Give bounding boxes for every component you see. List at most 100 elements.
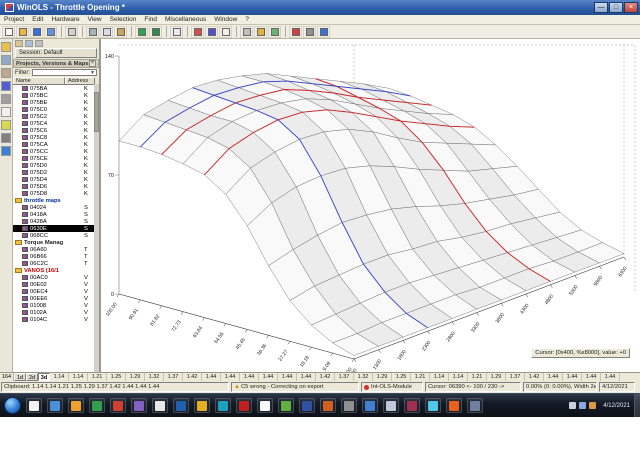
axis-cell[interactable]: 1.44 bbox=[297, 373, 316, 381]
checksum-button[interactable] bbox=[254, 25, 267, 38]
axis-cell[interactable]: 1.32 bbox=[145, 373, 164, 381]
axis-cell[interactable]: 1.25 bbox=[107, 373, 126, 381]
map-row[interactable]: 075C6 K bbox=[13, 127, 94, 134]
taskbar-app-6-icon[interactable] bbox=[131, 398, 147, 413]
find-button[interactable] bbox=[170, 25, 183, 38]
map-row[interactable]: 0102A V bbox=[13, 309, 94, 316]
axis-cell[interactable]: 1.21 bbox=[468, 373, 487, 381]
menu-view[interactable]: View bbox=[84, 16, 106, 23]
text-view-icon[interactable] bbox=[1, 107, 11, 117]
new-button[interactable] bbox=[2, 25, 15, 38]
axis-cell[interactable]: 1.14 bbox=[430, 373, 449, 381]
map-row[interactable]: 075D8 K bbox=[13, 190, 94, 197]
surface-plot[interactable]: 0701408001300180023002800330038004300480… bbox=[101, 39, 640, 378]
menu-window[interactable]: Window bbox=[210, 16, 241, 23]
properties-button[interactable] bbox=[240, 25, 253, 38]
menu-selection[interactable]: Selection bbox=[106, 16, 141, 23]
settings-icon[interactable] bbox=[1, 133, 11, 143]
maps-icon[interactable] bbox=[1, 81, 11, 91]
info-icon[interactable] bbox=[1, 146, 11, 156]
taskbar-app-18-icon[interactable] bbox=[383, 398, 399, 413]
map-row[interactable]: 075D2 K bbox=[13, 169, 94, 176]
help-button[interactable] bbox=[317, 25, 330, 38]
axis-cell[interactable]: 1.42 bbox=[525, 373, 544, 381]
view-text-button[interactable] bbox=[219, 25, 232, 38]
map-row[interactable]: 00EC4 V bbox=[13, 288, 94, 295]
map-row[interactable]: 00EE6 V bbox=[13, 295, 94, 302]
axis-cell[interactable]: 1.21 bbox=[88, 373, 107, 381]
taskbar-app-21-icon[interactable] bbox=[446, 398, 462, 413]
start-button[interactable] bbox=[4, 397, 21, 414]
map-row[interactable]: 075CC K bbox=[13, 148, 94, 155]
undo-button[interactable] bbox=[135, 25, 148, 38]
axis-cell[interactable]: 1.29 bbox=[126, 373, 145, 381]
search-icon[interactable] bbox=[1, 55, 11, 65]
taskbar-app-4-icon[interactable] bbox=[89, 398, 105, 413]
filter-dropdown[interactable]: ▼ bbox=[32, 69, 97, 76]
map-row[interactable]: 075BE K bbox=[13, 99, 94, 106]
tray-clock[interactable]: 4/12/2021 bbox=[603, 403, 630, 409]
taskbar-app-16-icon[interactable] bbox=[341, 398, 357, 413]
view-3d-button[interactable] bbox=[205, 25, 218, 38]
map-row[interactable]: 06A60 T bbox=[13, 246, 94, 253]
maximize-button[interactable]: □ bbox=[609, 2, 623, 13]
map-3d-view[interactable]: 0701408001300180023002800330038004300480… bbox=[100, 39, 640, 378]
open-button[interactable] bbox=[16, 25, 29, 38]
map-row[interactable]: 00AC0 V bbox=[13, 274, 94, 281]
map-row[interactable]: 075CE K bbox=[13, 155, 94, 162]
axis-cell[interactable]: 1.42 bbox=[183, 373, 202, 381]
menu-help[interactable]: ? bbox=[241, 16, 253, 23]
map-row[interactable]: 075D0 K bbox=[13, 162, 94, 169]
tab-3d[interactable]: 3d bbox=[38, 373, 50, 381]
connect-button[interactable] bbox=[289, 25, 302, 38]
map-row[interactable]: 0428A S bbox=[13, 218, 94, 225]
minimize-button[interactable]: — bbox=[594, 2, 608, 13]
map-row[interactable]: 075D4 K bbox=[13, 176, 94, 183]
map-row[interactable]: 075BC K bbox=[13, 92, 94, 99]
map-row[interactable]: 068CC S bbox=[13, 232, 94, 239]
settings-button[interactable] bbox=[303, 25, 316, 38]
import-icon[interactable] bbox=[1, 68, 11, 78]
folder-row[interactable]: throttle maps bbox=[13, 197, 94, 204]
axis-cell[interactable]: 1.29 bbox=[373, 373, 392, 381]
taskbar-app-17-icon[interactable] bbox=[362, 398, 378, 413]
taskbar-app-2-icon[interactable] bbox=[47, 398, 63, 413]
cut-button[interactable] bbox=[86, 25, 99, 38]
axis-cell[interactable]: 1.44 bbox=[240, 373, 259, 381]
axis-cell[interactable]: 1.29 bbox=[487, 373, 506, 381]
axis-cell[interactable]: 1.25 bbox=[392, 373, 411, 381]
map-row[interactable]: 01008 V bbox=[13, 302, 94, 309]
redo-button[interactable] bbox=[149, 25, 162, 38]
map-row[interactable]: 075C4 K bbox=[13, 120, 94, 127]
show-desktop-button[interactable] bbox=[634, 394, 640, 417]
bookmark-icon[interactable] bbox=[1, 120, 11, 130]
axis-cell[interactable]: 1.37 bbox=[506, 373, 525, 381]
axis-cell[interactable]: 1.37 bbox=[335, 373, 354, 381]
axis-cell[interactable]: 1.21 bbox=[411, 373, 430, 381]
save-button[interactable] bbox=[30, 25, 43, 38]
tab-2d[interactable]: 2d bbox=[26, 373, 38, 381]
menu-edit[interactable]: Edit bbox=[28, 16, 47, 23]
axis-cell[interactable]: 1.44 bbox=[221, 373, 240, 381]
tray-network-icon[interactable] bbox=[569, 402, 577, 409]
taskbar-app-9-icon[interactable] bbox=[194, 398, 210, 413]
menu-project[interactable]: Project bbox=[0, 16, 28, 23]
map-row[interactable]: 075C8 K bbox=[13, 134, 94, 141]
map-row[interactable]: 06C2C T bbox=[13, 260, 94, 267]
map-row[interactable]: 075BA K bbox=[13, 85, 94, 92]
taskbar-app-7-icon[interactable] bbox=[152, 398, 168, 413]
menu-miscellaneous[interactable]: Miscellaneous bbox=[161, 16, 210, 23]
menu-hardware[interactable]: Hardware bbox=[47, 16, 83, 23]
save-all-button[interactable] bbox=[44, 25, 57, 38]
sidebar-scrollbar[interactable] bbox=[94, 84, 99, 372]
taskbar-app-13-icon[interactable] bbox=[278, 398, 294, 413]
copy-button[interactable] bbox=[100, 25, 113, 38]
map-row[interactable]: 075CA K bbox=[13, 141, 94, 148]
axis-cell[interactable]: 1.44 bbox=[582, 373, 601, 381]
map-row[interactable]: 075C0 K bbox=[13, 106, 94, 113]
menu-find[interactable]: Find bbox=[140, 16, 161, 23]
tray-update-icon[interactable] bbox=[589, 402, 597, 409]
axis-cell[interactable]: 1.32 bbox=[354, 373, 373, 381]
taskbar-app-3-icon[interactable] bbox=[68, 398, 84, 413]
map-row[interactable]: 075C2 K bbox=[13, 113, 94, 120]
